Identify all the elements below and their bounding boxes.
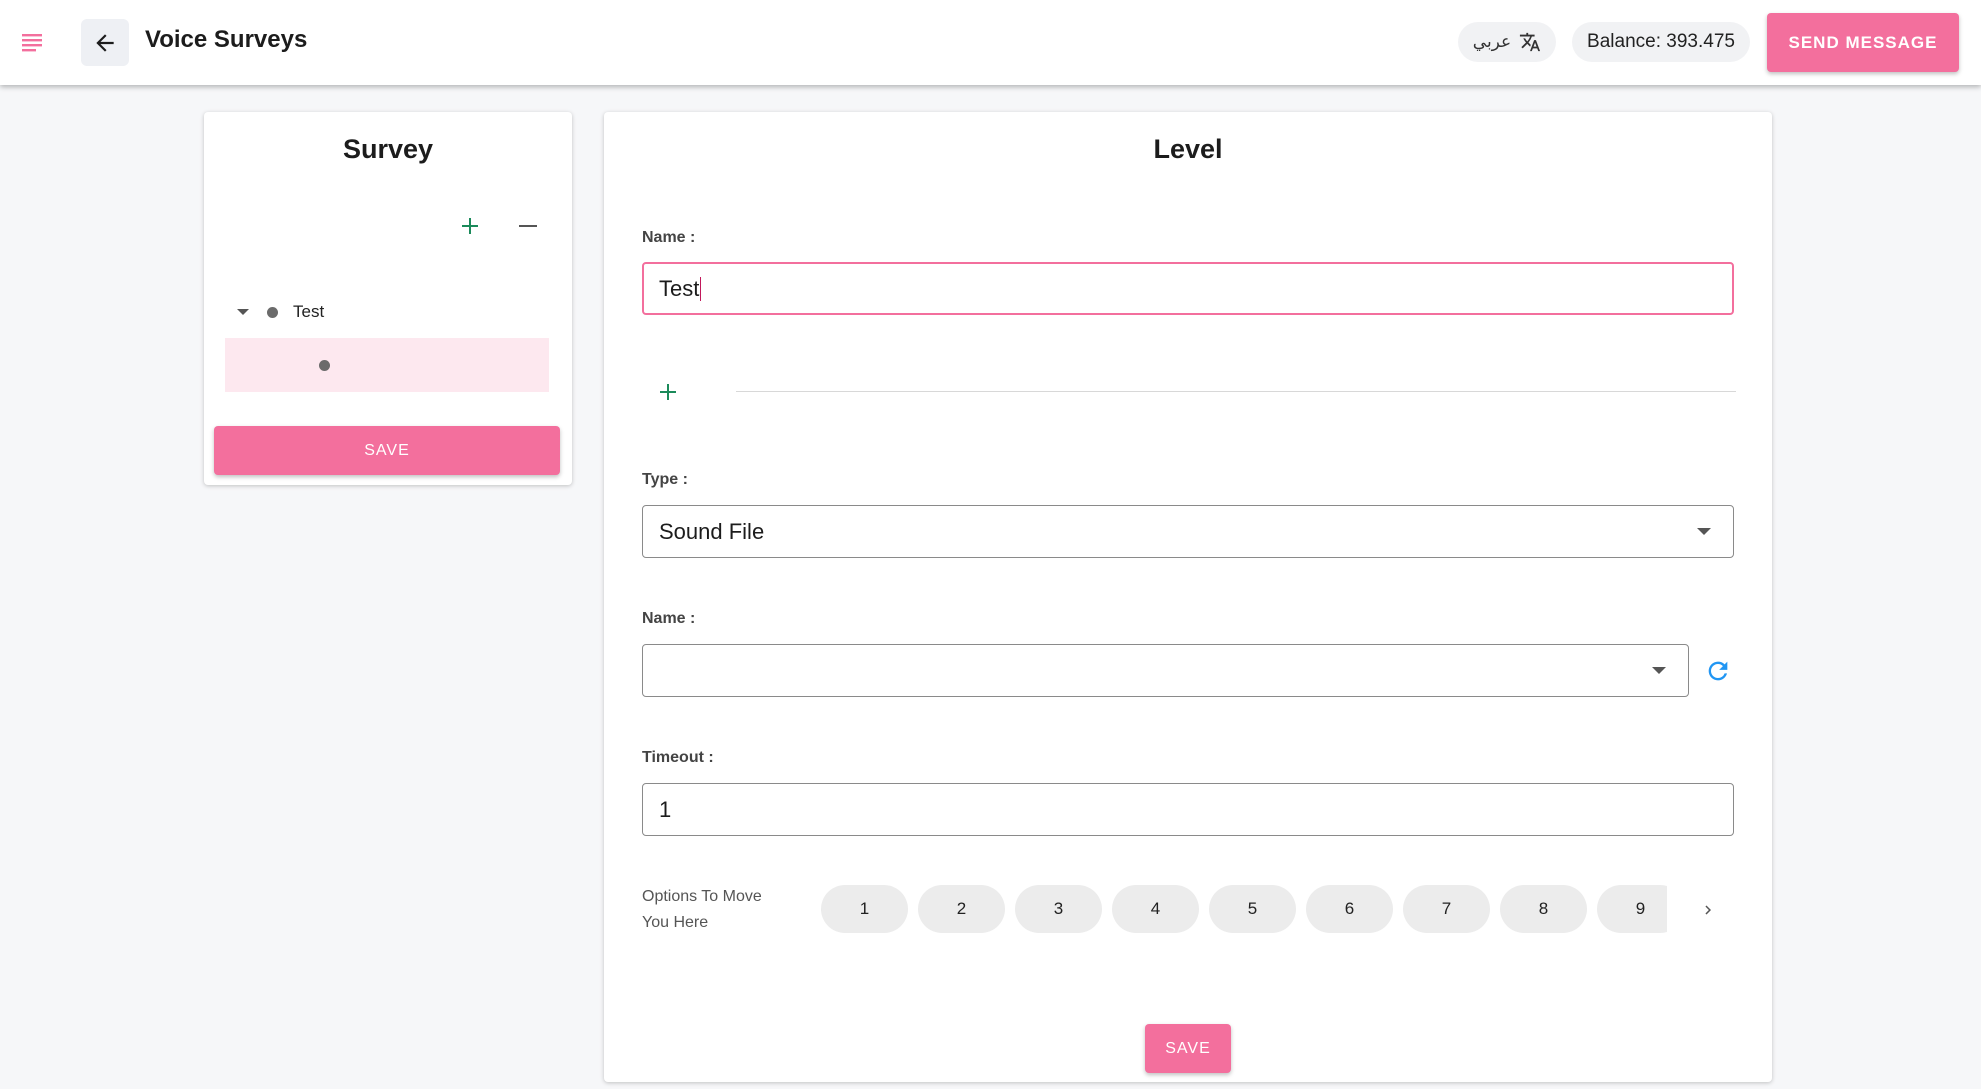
divider [736,391,1736,392]
expand-toggle[interactable] [229,298,257,326]
name-label: Name : [642,229,696,246]
tree-node-child[interactable] [225,338,549,392]
menu-button[interactable] [14,26,50,58]
option-chip-3[interactable]: 3 [1015,885,1102,933]
page-title: Voice Surveys [145,26,308,53]
options-next-button[interactable] [1693,895,1723,925]
refresh-icon [1708,661,1728,681]
survey-save-button[interactable]: SAVE [214,426,560,475]
tree-node-label: Test [293,302,325,321]
timeout-input-value: 1 [659,796,672,822]
survey-card: Survey Test SAVE [204,112,572,485]
caret-down-icon [1697,528,1711,535]
send-message-button[interactable]: SEND MESSAGE [1767,13,1959,72]
plus-icon [660,384,676,400]
top-app-bar: Voice Surveys عربي Balance: 393.475 SEND… [0,0,1981,85]
remove-node-button[interactable] [512,210,544,242]
file-name-select[interactable] [642,644,1689,697]
arrow-left-icon [96,33,114,52]
option-chip-4[interactable]: 4 [1112,885,1199,933]
timeout-input[interactable]: 1 [642,783,1734,836]
balance-chip: Balance: 393.475 [1572,22,1750,62]
text-caret [700,276,702,301]
option-chip-2[interactable]: 2 [918,885,1005,933]
name-input[interactable]: Test [642,262,1734,315]
caret-down-icon [1652,667,1666,674]
node-bullet [319,360,330,371]
translate-icon [1520,32,1541,52]
name-input-value: Test [659,275,700,301]
option-chip-9[interactable]: 9 [1597,885,1667,933]
options-chip-list: 1 2 3 4 5 6 7 8 9 [821,885,1667,935]
menu-icon [22,34,42,52]
add-option-button[interactable] [652,376,684,408]
level-card: Level Name : Test Type : Sound File Name… [604,112,1772,1082]
option-chip-6[interactable]: 6 [1306,885,1393,933]
option-chip-8[interactable]: 8 [1500,885,1587,933]
timeout-label: Timeout : [642,749,714,766]
chevron-right-icon [1705,905,1711,915]
option-chip-7[interactable]: 7 [1403,885,1490,933]
level-title: Level [1153,134,1223,164]
type-label: Type : [642,471,688,488]
tree-node-test[interactable]: Test [225,290,549,334]
add-node-button[interactable] [454,210,486,242]
options-label: Options To Move You Here [642,888,762,931]
back-button[interactable] [81,19,129,66]
caret-down-icon [237,309,249,315]
option-chip-1[interactable]: 1 [821,885,908,933]
language-label: عربي [1472,32,1512,51]
option-chip-5[interactable]: 5 [1209,885,1296,933]
language-toggle[interactable]: عربي [1458,22,1556,62]
refresh-button[interactable] [1701,654,1735,688]
level-save-button[interactable]: SAVE [1145,1024,1231,1073]
type-select-value: Sound File [659,518,765,544]
type-select[interactable]: Sound File [642,505,1734,558]
node-bullet [267,307,278,318]
survey-title: Survey [342,134,434,164]
minus-icon [519,225,537,227]
file-name-label: Name : [642,610,696,627]
plus-icon [462,218,478,234]
